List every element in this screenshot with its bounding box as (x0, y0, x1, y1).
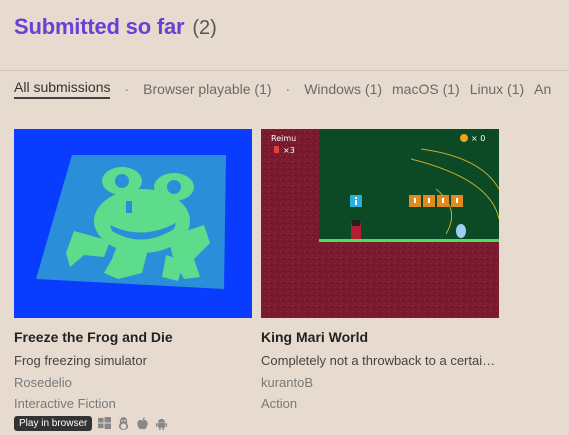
filter-linux[interactable]: Linux (1) (470, 81, 524, 97)
filter-macos[interactable]: macOS (1) (392, 81, 460, 97)
android-icon (156, 418, 168, 430)
game-genre: Interactive Fiction (14, 396, 116, 411)
apple-icon (137, 417, 149, 430)
lives-label: ×3 (283, 146, 295, 155)
page-header: Submitted so far (2) (14, 14, 217, 40)
page-title: Submitted so far (14, 14, 185, 39)
filter-windows[interactable]: Windows (1) (304, 81, 382, 97)
game-thumbnail-king-mari-world[interactable]: Reimu ×3 × 0 (261, 129, 499, 318)
game-title[interactable]: King Mari World (261, 329, 499, 345)
windows-icon (98, 417, 112, 430)
filter-separator: · (285, 81, 291, 97)
player-name-label: Reimu (271, 134, 296, 143)
filter-all-submissions[interactable]: All submissions (14, 79, 111, 99)
game-genre: Action (261, 396, 298, 411)
filter-separator: · (124, 81, 130, 97)
game-description: Completely not a throwback to a certain … (261, 353, 499, 368)
coin-count-label: × 0 (471, 134, 485, 143)
filter-more[interactable]: An (534, 81, 551, 97)
play-in-browser-badge: Play in browser (14, 416, 93, 431)
game-title[interactable]: Freeze the Frog and Die (14, 329, 252, 345)
linux-icon (119, 417, 129, 430)
filter-tabs: All submissions · Browser playable (1) ·… (14, 77, 551, 101)
game-thumbnail-freeze-the-frog[interactable] (14, 129, 252, 318)
platform-list: Play in browser (14, 416, 252, 431)
filter-browser-playable[interactable]: Browser playable (1) (143, 81, 271, 97)
header-divider (0, 70, 569, 71)
game-card: Reimu ×3 × 0 King Mari World Completely … (261, 129, 499, 411)
game-card: Freeze the Frog and Die Frog freezing si… (14, 129, 252, 431)
submission-count: (2) (192, 17, 217, 39)
game-author[interactable]: Rosedelio (14, 375, 252, 390)
game-author[interactable]: kurantoB (261, 375, 499, 390)
game-description: Frog freezing simulator (14, 353, 147, 368)
